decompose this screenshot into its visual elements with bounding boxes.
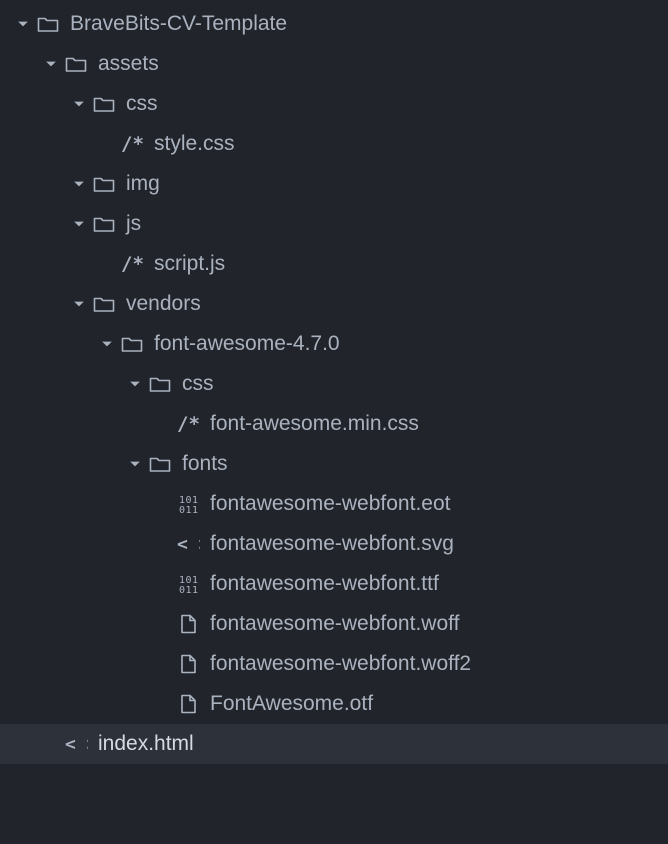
folder-icon [120,332,144,356]
tree-label: js [126,212,668,236]
file-icon-wrap [174,692,202,716]
angle-icon-wrap: < > [62,732,90,756]
tree-label: fonts [182,452,668,476]
file-icon [176,652,200,676]
chevron-down-icon[interactable] [14,18,32,30]
folder-icon-wrap [118,332,146,356]
folder-img[interactable]: img [0,164,668,204]
code-file-icon: < > [176,532,200,556]
folder-vendors[interactable]: vendors [0,284,668,324]
tree-label: fontawesome-webfont.eot [210,492,668,516]
tree-label: fontawesome-webfont.woff [210,612,668,636]
folder-icon-wrap [146,452,174,476]
file-font-awesome-min-css[interactable]: /* font-awesome.min.css [0,404,668,444]
file-webfont-eot[interactable]: 101011 fontawesome-webfont.eot [0,484,668,524]
svg-text:011: 011 [179,505,199,516]
binary-file-icon: 101011 [176,492,200,516]
binary-file-icon: 101011 [176,572,200,596]
folder-icon-wrap [146,372,174,396]
css-file-icon: /* [120,132,144,156]
folder-icon [36,12,60,36]
folder-icon [64,52,88,76]
tree-label: font-awesome.min.css [210,412,668,436]
comment-icon-wrap: /* [118,132,146,156]
binary-icon-wrap: 101011 [174,572,202,596]
file-script-js[interactable]: /* script.js [0,244,668,284]
svg-text:/*: /* [121,133,144,155]
folder-fonts[interactable]: fonts [0,444,668,484]
folder-icon [92,172,116,196]
tree-label: font-awesome-4.7.0 [154,332,668,356]
folder-assets[interactable]: assets [0,44,668,84]
tree-label: vendors [126,292,668,316]
file-icon-wrap [174,612,202,636]
svg-text:011: 011 [179,585,199,596]
binary-icon-wrap: 101011 [174,492,202,516]
folder-font-awesome[interactable]: font-awesome-4.7.0 [0,324,668,364]
svg-text:/*: /* [177,413,200,435]
folder-js[interactable]: js [0,204,668,244]
folder-icon-wrap [90,212,118,236]
folder-icon [92,292,116,316]
tree-label: assets [98,52,668,76]
css-file-icon: /* [120,252,144,276]
svg-text:< >: < > [65,734,88,755]
chevron-down-icon[interactable] [126,458,144,470]
chevron-down-icon[interactable] [126,378,144,390]
folder-css[interactable]: css [0,84,668,124]
folder-bravebits-cv-template[interactable]: BraveBits-CV-Template [0,4,668,44]
svg-text:/*: /* [121,253,144,275]
folder-icon-wrap [90,172,118,196]
folder-icon-wrap [62,52,90,76]
tree-label: css [182,372,668,396]
code-file-icon: < > [64,732,88,756]
file-fontawesome-otf[interactable]: FontAwesome.otf [0,684,668,724]
folder-icon [92,92,116,116]
file-webfont-svg[interactable]: < > fontawesome-webfont.svg [0,524,668,564]
tree-label: BraveBits-CV-Template [70,12,668,36]
tree-label: css [126,92,668,116]
file-icon [176,612,200,636]
css-file-icon: /* [176,412,200,436]
tree-label: style.css [154,132,668,156]
tree-label: index.html [98,732,668,756]
folder-fa-css[interactable]: css [0,364,668,404]
file-webfont-ttf[interactable]: 101011 fontawesome-webfont.ttf [0,564,668,604]
file-webfont-woff[interactable]: fontawesome-webfont.woff [0,604,668,644]
folder-icon-wrap [90,292,118,316]
svg-text:< >: < > [177,534,200,555]
angle-icon-wrap: < > [174,532,202,556]
folder-icon-wrap [34,12,62,36]
comment-icon-wrap: /* [174,412,202,436]
chevron-down-icon[interactable] [70,178,88,190]
file-icon-wrap [174,652,202,676]
tree-label: fontawesome-webfont.woff2 [210,652,668,676]
folder-icon [148,452,172,476]
chevron-down-icon[interactable] [98,338,116,350]
folder-icon [148,372,172,396]
chevron-down-icon[interactable] [70,298,88,310]
chevron-down-icon[interactable] [42,58,60,70]
tree-label: fontawesome-webfont.ttf [210,572,668,596]
file-tree: BraveBits-CV-Template assets css /* style.cs… [0,0,668,764]
chevron-down-icon[interactable] [70,218,88,230]
tree-label: FontAwesome.otf [210,692,668,716]
file-webfont-woff2[interactable]: fontawesome-webfont.woff2 [0,644,668,684]
tree-label: fontawesome-webfont.svg [210,532,668,556]
folder-icon-wrap [90,92,118,116]
file-index-html[interactable]: < > index.html [0,724,668,764]
folder-icon [92,212,116,236]
chevron-down-icon[interactable] [70,98,88,110]
file-icon [176,692,200,716]
tree-label: img [126,172,668,196]
tree-label: script.js [154,252,668,276]
comment-icon-wrap: /* [118,252,146,276]
file-style-css[interactable]: /* style.css [0,124,668,164]
